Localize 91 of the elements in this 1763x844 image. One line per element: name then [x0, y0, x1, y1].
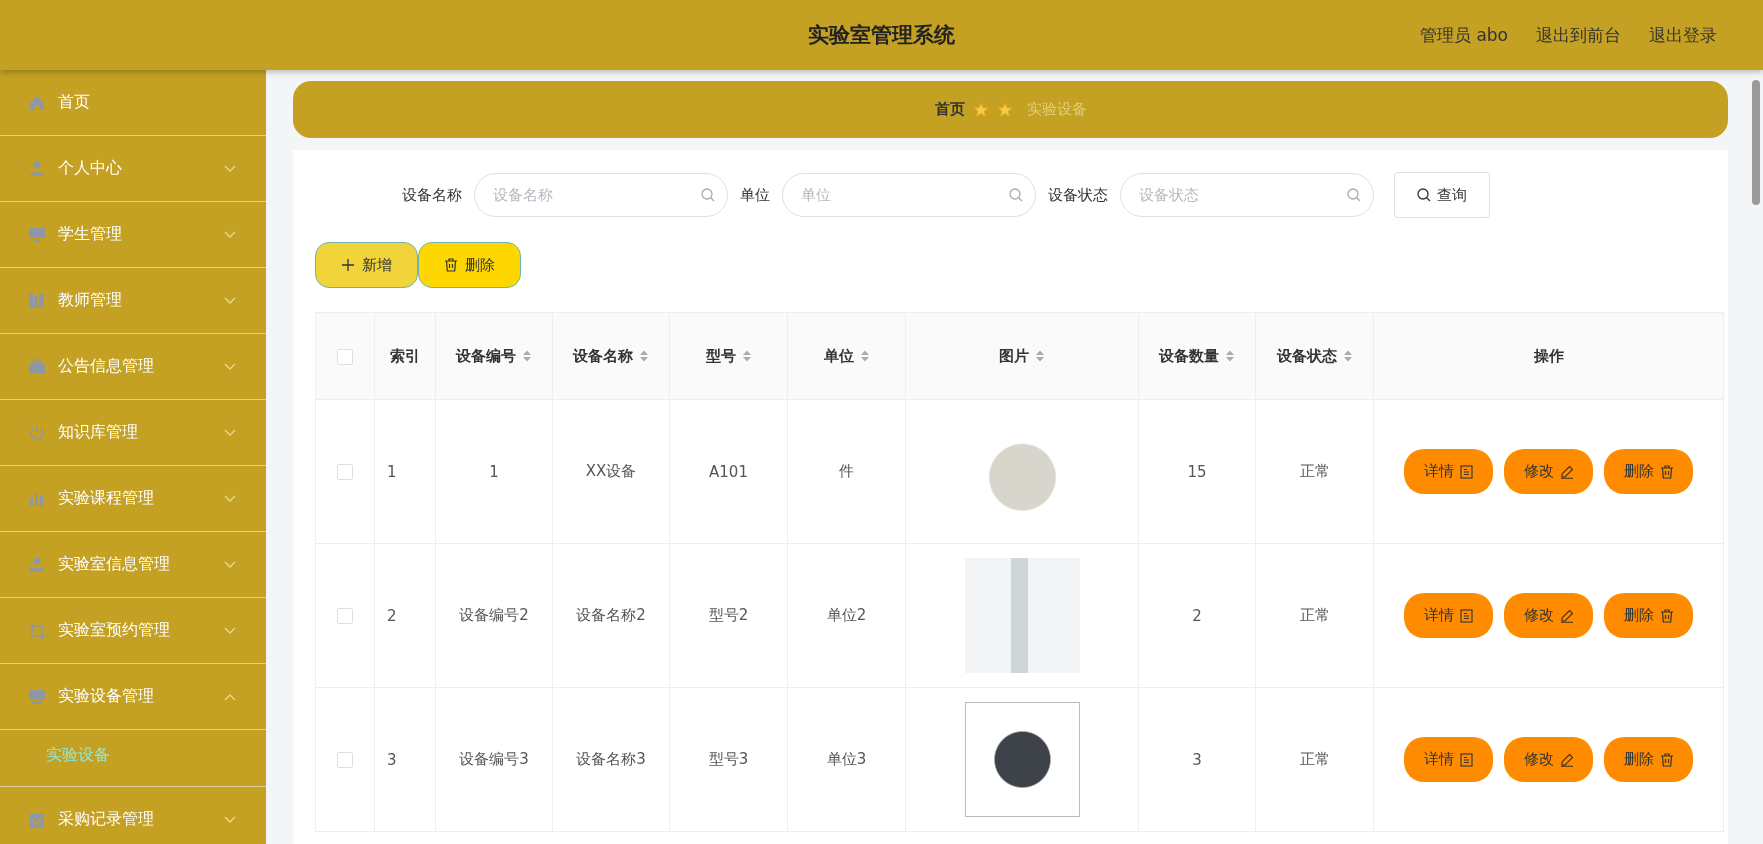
table-cell: 2 [387, 606, 397, 625]
column-header: 设备名称 [573, 346, 633, 366]
field-label: 设备名称 [401, 185, 462, 205]
column-header: 单位 [823, 346, 854, 366]
search-icon [700, 188, 715, 202]
query-button[interactable]: 查询 [1393, 172, 1490, 218]
breadcrumb-link[interactable]: 首页 [934, 100, 965, 119]
delete-button[interactable]: 删除 [1604, 593, 1693, 638]
delete-button[interactable]: 删除 [1604, 449, 1693, 494]
sort-icon[interactable] [859, 349, 870, 363]
menu-icon [28, 357, 46, 376]
row-checkbox[interactable] [337, 464, 353, 480]
row-checkbox[interactable] [337, 752, 353, 768]
delete-button[interactable]: 删除 [1604, 737, 1693, 782]
table-cell: 型号3 [708, 750, 749, 768]
delete-button[interactable]: 删除 [418, 242, 521, 288]
table-cell: 设备编号2 [459, 606, 529, 624]
star-icon [996, 101, 1013, 118]
table-cell: 1 [387, 462, 397, 481]
star-icon [972, 101, 989, 118]
column-header: 图片 [999, 346, 1029, 366]
sort-icon[interactable] [1035, 349, 1045, 363]
sort-icon[interactable] [1342, 349, 1353, 363]
table-cell: 正常 [1299, 606, 1330, 624]
column-header: 型号 [705, 346, 736, 366]
menu-icon [28, 291, 46, 310]
search-icon [1416, 188, 1431, 202]
trash-icon [1659, 752, 1674, 767]
sort-icon[interactable] [639, 349, 649, 363]
table-cell: 15 [1187, 462, 1207, 481]
app-title: 实验室管理系统 [808, 23, 955, 47]
table-cell: 单位2 [826, 606, 867, 624]
table-cell: XX设备 [585, 462, 637, 480]
menu-icon [28, 555, 46, 574]
document-icon [1460, 608, 1473, 623]
table-cell: 3 [387, 750, 397, 769]
row-checkbox[interactable] [337, 608, 353, 624]
search-field[interactable]: 设备状态 [1119, 173, 1374, 217]
header-link[interactable]: 退出到前台 [1536, 23, 1621, 47]
column-header: 设备数量 [1159, 346, 1219, 366]
menu-icon [28, 225, 46, 244]
header-link[interactable]: 管理员 abo [1420, 23, 1508, 47]
table-cell: 型号2 [708, 606, 749, 624]
table-cell: 1 [489, 462, 499, 481]
pencil-icon [1559, 752, 1574, 767]
field-label: 单位 [739, 185, 770, 205]
detail-button[interactable]: 详情 [1404, 449, 1493, 494]
search-icon [1008, 188, 1023, 202]
pencil-icon [1559, 464, 1574, 479]
table-cell: 设备编号3 [459, 750, 529, 768]
menu-icon [28, 621, 46, 640]
document-icon [1460, 752, 1473, 767]
column-header: 操作 [1533, 346, 1564, 366]
table-cell: 正常 [1299, 462, 1330, 480]
table-cell: 件 [839, 462, 854, 480]
plus-icon [341, 258, 355, 272]
search-icon [1346, 188, 1361, 202]
document-icon [1460, 464, 1473, 479]
edit-button[interactable]: 修改 [1504, 593, 1593, 638]
pencil-icon [1559, 608, 1574, 623]
sort-icon[interactable] [522, 349, 532, 363]
menu-icon [28, 423, 46, 442]
field-label: 设备状态 [1047, 185, 1108, 205]
table-cell: 3 [1192, 750, 1202, 769]
column-header: 设备编号 [456, 346, 516, 366]
table-cell: 设备名称3 [576, 750, 646, 768]
column-header: 设备状态 [1276, 346, 1337, 366]
trash-icon [1659, 608, 1674, 623]
detail-button[interactable]: 详情 [1404, 737, 1493, 782]
table-cell: 正常 [1299, 750, 1330, 768]
edit-button[interactable]: 修改 [1504, 737, 1593, 782]
menu-icon [28, 159, 46, 178]
table-cell: 单位3 [826, 750, 867, 768]
column-header: 索引 [390, 346, 420, 366]
header-link[interactable]: 退出登录 [1649, 23, 1717, 47]
sort-icon[interactable] [1225, 349, 1235, 363]
table-cell: A101 [709, 462, 748, 481]
menu-icon [28, 687, 46, 706]
trash-icon [1659, 464, 1674, 479]
search-field[interactable]: 单位 [781, 173, 1036, 217]
table-cell: 设备名称2 [576, 606, 646, 624]
select-all-checkbox[interactable] [337, 348, 353, 365]
search-field[interactable]: 设备名称 [473, 173, 728, 217]
add-button[interactable]: 新增 [315, 242, 418, 288]
edit-button[interactable]: 修改 [1504, 449, 1593, 494]
breadcrumb-current: 实验设备 [1026, 100, 1087, 119]
table-cell: 2 [1192, 606, 1202, 625]
sort-icon[interactable] [741, 349, 752, 363]
trash-icon [444, 258, 458, 272]
detail-button[interactable]: 详情 [1404, 593, 1493, 638]
menu-icon [28, 93, 46, 112]
